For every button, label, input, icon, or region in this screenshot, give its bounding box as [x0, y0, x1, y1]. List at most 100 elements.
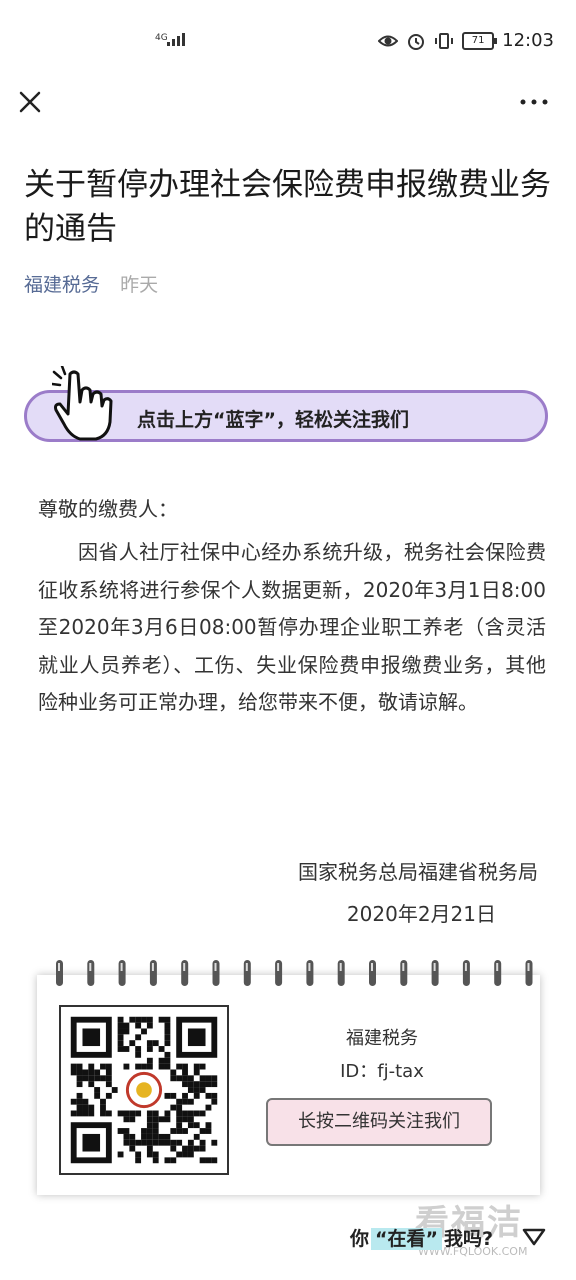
- qr-module: [164, 1110, 171, 1117]
- qr-module: [135, 1151, 142, 1158]
- article-meta: 福建税务 昨天: [24, 270, 158, 297]
- qr-module: [152, 1151, 159, 1158]
- qr-module: [205, 1081, 212, 1088]
- qr-module: [182, 1098, 188, 1105]
- qr-module: [193, 1081, 200, 1088]
- qr-module: [76, 1063, 83, 1070]
- qr-module: [88, 1063, 95, 1070]
- qr-module: [164, 1022, 171, 1029]
- qr-module: [129, 1139, 136, 1146]
- qr-module: [187, 1122, 194, 1129]
- qr-module: [94, 1092, 101, 1099]
- binding-ring-shine: [402, 963, 405, 971]
- qr-module: [117, 1016, 124, 1023]
- qr-module: [82, 1075, 89, 1082]
- qr-module: [176, 1063, 183, 1070]
- more-icon[interactable]: [516, 88, 552, 116]
- qr-module: [152, 1139, 159, 1146]
- qr-module: [146, 1122, 153, 1129]
- qr-module: [105, 1069, 112, 1076]
- qr-module: [187, 1098, 194, 1105]
- qr-module: [199, 1139, 206, 1146]
- qr-module: [176, 1098, 183, 1105]
- qr-module: [141, 1133, 147, 1140]
- qr-module: [182, 1081, 188, 1088]
- qr-module: [164, 1057, 171, 1064]
- binding-ring-shine: [58, 963, 60, 971]
- close-icon[interactable]: [16, 88, 44, 116]
- qr-module: [193, 1069, 200, 1076]
- eye-icon: [378, 35, 399, 46]
- qr-module: [135, 1034, 142, 1041]
- qr-module: [146, 1040, 153, 1047]
- qr-module: [164, 1133, 171, 1140]
- qr-module: [211, 1157, 218, 1164]
- watching-prompt[interactable]: 你 “在看” 我吗?: [350, 1224, 493, 1251]
- binding-ring-shine: [214, 963, 217, 971]
- binding-ring-shine: [496, 963, 499, 971]
- qr-module: [117, 1151, 124, 1158]
- qr-module: [152, 1040, 159, 1047]
- qr-module: [88, 1069, 95, 1076]
- qr-module: [176, 1110, 183, 1117]
- qr-finder: [82, 1133, 101, 1152]
- qr-module: [117, 1110, 124, 1117]
- qr-logo-center: [136, 1082, 152, 1098]
- qr-card: 福建税务 ID：fj-tax 长按二维码关注我们: [37, 975, 540, 1195]
- qr-module: [164, 1063, 171, 1070]
- qr-module: [170, 1075, 177, 1082]
- qr-module: [76, 1098, 83, 1105]
- qr-module: [76, 1110, 83, 1117]
- qr-module: [182, 1116, 188, 1123]
- qr-module: [158, 1133, 165, 1140]
- qr-finder: [187, 1028, 206, 1047]
- qr-module: [100, 1104, 106, 1111]
- qr-module: [117, 1022, 124, 1029]
- watching-prefix: 你: [350, 1228, 370, 1250]
- qr-module: [146, 1057, 153, 1064]
- qr-module: [164, 1116, 171, 1123]
- spiral-binding: [56, 960, 533, 986]
- qr-module: [211, 1098, 218, 1105]
- qr-module: [135, 1016, 142, 1023]
- watching-suffix: 我吗?: [444, 1228, 494, 1250]
- account-link[interactable]: 福建税务: [24, 274, 100, 296]
- qr-module: [193, 1110, 200, 1117]
- qr-module: [117, 1034, 124, 1041]
- qr-module: [158, 1046, 165, 1052]
- qr-module: [146, 1063, 153, 1070]
- watching-highlight: “在看”: [371, 1228, 442, 1250]
- qr-module: [123, 1110, 130, 1117]
- qr-module: [141, 1016, 147, 1023]
- qr-module: [129, 1145, 136, 1152]
- qr-module: [199, 1110, 206, 1117]
- qr-module: [123, 1128, 130, 1134]
- binding-ring-shine: [308, 963, 311, 971]
- qr-module: [182, 1151, 188, 1158]
- qr-module: [146, 1116, 153, 1123]
- qr-module: [129, 1116, 136, 1123]
- qr-module: [88, 1104, 95, 1111]
- qr-module: [146, 1110, 153, 1117]
- qr-module: [146, 1128, 153, 1134]
- qr-module: [135, 1110, 142, 1117]
- qr-module: [129, 1040, 136, 1047]
- qr-module: [135, 1022, 142, 1029]
- qr-module: [176, 1075, 183, 1082]
- qr-module: [146, 1046, 153, 1052]
- qr-module: [187, 1145, 194, 1152]
- card-account-id: ID：fj-tax: [340, 1061, 424, 1082]
- qr-code[interactable]: [59, 1005, 229, 1175]
- qr-module: [100, 1110, 106, 1117]
- qr-module: [88, 1075, 95, 1082]
- qr-module: [123, 1139, 130, 1146]
- vibrate-icon: [435, 32, 454, 49]
- binding-ring-shine: [433, 963, 436, 971]
- qr-module: [129, 1110, 136, 1117]
- qr-module: [193, 1087, 200, 1093]
- qr-module: [182, 1092, 188, 1099]
- qr-module: [105, 1110, 112, 1117]
- qr-module: [164, 1157, 171, 1164]
- follow-qr-button[interactable]: 长按二维码关注我们: [266, 1098, 492, 1146]
- chevron-down-icon[interactable]: [520, 1226, 548, 1250]
